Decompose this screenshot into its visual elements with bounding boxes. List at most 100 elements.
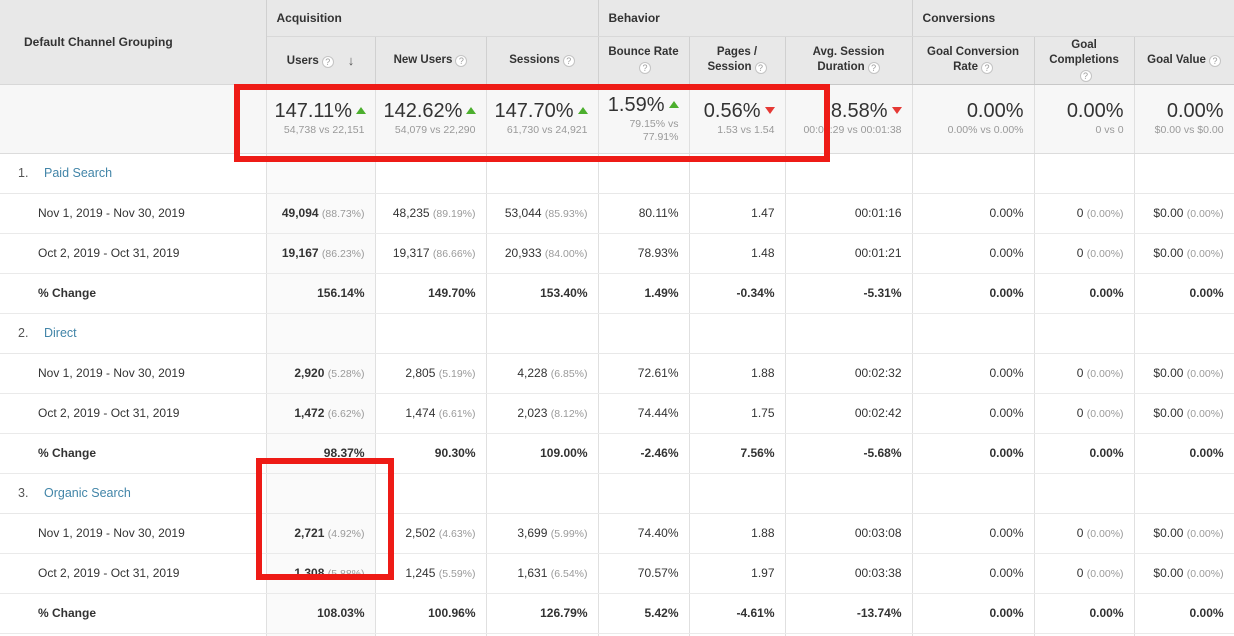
help-icon-users[interactable]: ?: [321, 55, 334, 68]
table-cell: 80.11%: [598, 193, 690, 234]
cell-value: 00:02:32: [854, 366, 902, 380]
table-cell: 1.48: [689, 233, 786, 274]
table-cell: $0.00 (0.00%): [1134, 193, 1234, 234]
column-header-new-users[interactable]: New Users?: [375, 36, 487, 85]
table-cell: $0.00 (0.00%): [1134, 553, 1234, 594]
column-header-goal-conversion-rate[interactable]: Goal Conversion Rate?: [912, 36, 1035, 85]
row-change-label: % Change: [0, 593, 267, 634]
cell-value: $0.00: [1153, 566, 1184, 580]
column-header-avg-session-duration[interactable]: Avg. Session Duration?: [785, 36, 913, 85]
cell-value: 20,933: [504, 246, 542, 260]
channel-link[interactable]: Direct: [44, 326, 77, 340]
cell-percent: (0.00%): [1186, 408, 1224, 420]
cell-value: 74.40%: [637, 526, 679, 540]
column-header-goal-completions[interactable]: Goal Completions?: [1034, 36, 1135, 85]
cell-percent: (0.00%): [1186, 248, 1224, 260]
cell-value: 00:03:08: [854, 526, 902, 540]
help-icon-new-users[interactable]: ?: [455, 54, 468, 67]
table-cell: 78.93%: [598, 233, 690, 274]
cell-value: $0.00: [1153, 246, 1184, 260]
change-cell: 100.96%: [375, 593, 487, 634]
help-icon-bounce-rate[interactable]: ?: [639, 62, 651, 74]
table-cell: 00:02:42: [785, 393, 913, 434]
cell-value: 0: [1076, 246, 1084, 260]
table-row: Oct 2, 2019 - Oct 31, 2019 1,308 (5.88%) 1…: [0, 553, 1234, 594]
table-cell: 2,502 (4.63%): [375, 513, 487, 554]
help-icon-goal-completions[interactable]: ?: [1079, 69, 1092, 82]
summary-comparison: $0.00 vs $0.00: [1154, 124, 1224, 136]
change-cell: 1.49%: [598, 273, 690, 314]
change-cell: 7.56%: [689, 433, 786, 474]
cell-value: 0.00%: [989, 566, 1024, 580]
channel-title-spacer: [785, 313, 913, 354]
column-header-sessions[interactable]: Sessions?: [486, 36, 599, 85]
summary-comparison: 1.53 vs 1.54: [717, 124, 775, 136]
summary-cell: 142.62% 54,079 vs 22,290: [375, 84, 487, 154]
channel-title-spacer: [1134, 153, 1234, 194]
channel-title-row: 3. Organic Search: [0, 473, 1234, 514]
column-header-goal-value[interactable]: Goal Value?: [1134, 36, 1234, 85]
cell-percent: (88.73%): [321, 208, 365, 220]
change-cell: -0.34%: [689, 273, 786, 314]
column-header-pages-per-session[interactable]: Pages / Session?: [689, 36, 786, 85]
change-value: 7.56%: [740, 446, 775, 460]
cell-value: 1.88: [751, 366, 775, 380]
dimension-header[interactable]: Default Channel Grouping: [0, 0, 267, 85]
group-header-acquisition: Acquisition: [266, 0, 599, 37]
channel-title-spacer: [486, 473, 599, 514]
table-cell: $0.00 (0.00%): [1134, 513, 1234, 554]
cell-percent: (8.12%): [550, 408, 588, 420]
summary-value: 0.00%: [1066, 100, 1124, 122]
table-cell: 1,472 (6.62%): [266, 393, 376, 434]
percent-change-row: % Change 98.37% 90.30% 109.00% -2.46% 7.56% -5…: [0, 433, 1234, 474]
help-icon-goal-conversion-rate[interactable]: ?: [981, 62, 993, 74]
change-value: 153.40%: [540, 286, 588, 300]
change-value: 0.00%: [989, 286, 1024, 300]
cell-percent: (5.59%): [438, 568, 476, 580]
channel-title-spacer: [1034, 313, 1135, 354]
change-cell: 0.00%: [912, 273, 1035, 314]
cell-value: 19,167: [281, 246, 319, 260]
change-cell: 90.30%: [375, 433, 487, 474]
cell-value: 72.61%: [637, 366, 679, 380]
change-value: 149.70%: [428, 286, 476, 300]
summary-comparison: 54,079 vs 22,290: [394, 124, 476, 136]
cell-value: 1,474: [405, 406, 436, 420]
change-value: -13.74%: [856, 606, 902, 620]
help-icon-pages-per-session[interactable]: ?: [754, 62, 767, 74]
cell-value: 0: [1076, 206, 1084, 220]
table-cell: 0 (0.00%): [1034, 513, 1135, 554]
table-cell: 0 (0.00%): [1034, 193, 1135, 234]
summary-cell: 0.00% 0 vs 0: [1034, 84, 1135, 154]
help-icon-sessions[interactable]: ?: [562, 54, 575, 67]
channel-link[interactable]: Paid Search: [44, 166, 112, 180]
help-icon-goal-value[interactable]: ?: [1208, 54, 1221, 67]
channel-name-cell: 2. Direct: [0, 313, 267, 354]
channel-title-row: 1. Paid Search: [0, 153, 1234, 194]
trend-up-icon: [466, 107, 477, 114]
help-icon-avg-session-duration[interactable]: ?: [867, 62, 880, 74]
change-cell: 0.00%: [1134, 273, 1234, 314]
table-cell: $0.00 (0.00%): [1134, 353, 1234, 394]
row-period-label: Nov 1, 2019 - Nov 30, 2019: [0, 193, 267, 234]
summary-cell: 0.00% $0.00 vs $0.00: [1134, 84, 1234, 154]
sort-descending-icon[interactable]: ↓: [348, 53, 355, 68]
cell-value: 0.00%: [989, 246, 1024, 260]
channel-link[interactable]: Organic Search: [44, 486, 131, 500]
row-period-label: Nov 1, 2019 - Nov 30, 2019: [0, 353, 267, 394]
table-cell: 2,023 (8.12%): [486, 393, 599, 434]
column-header-bounce-rate[interactable]: Bounce Rate?: [598, 36, 690, 85]
column-header-users[interactable]: Users? ↓: [266, 36, 376, 85]
row-period-label: Nov 1, 2019 - Nov 30, 2019: [0, 513, 267, 554]
table-cell: 0.00%: [912, 393, 1035, 434]
table-row: Nov 1, 2019 - Nov 30, 2019 49,094 (88.73%…: [0, 193, 1234, 234]
cell-value: 78.93%: [637, 246, 679, 260]
change-value: 0.00%: [1089, 606, 1124, 620]
summary-cell: 1.59% 79.15% vs 77.91%: [598, 84, 690, 154]
change-cell: 0.00%: [1034, 593, 1135, 634]
change-value: 100.96%: [428, 606, 476, 620]
table-cell: 1.47: [689, 193, 786, 234]
channel-title-spacer: [1134, 313, 1234, 354]
cell-value: 4,228: [517, 366, 548, 380]
cell-percent: (0.00%): [1086, 408, 1124, 420]
